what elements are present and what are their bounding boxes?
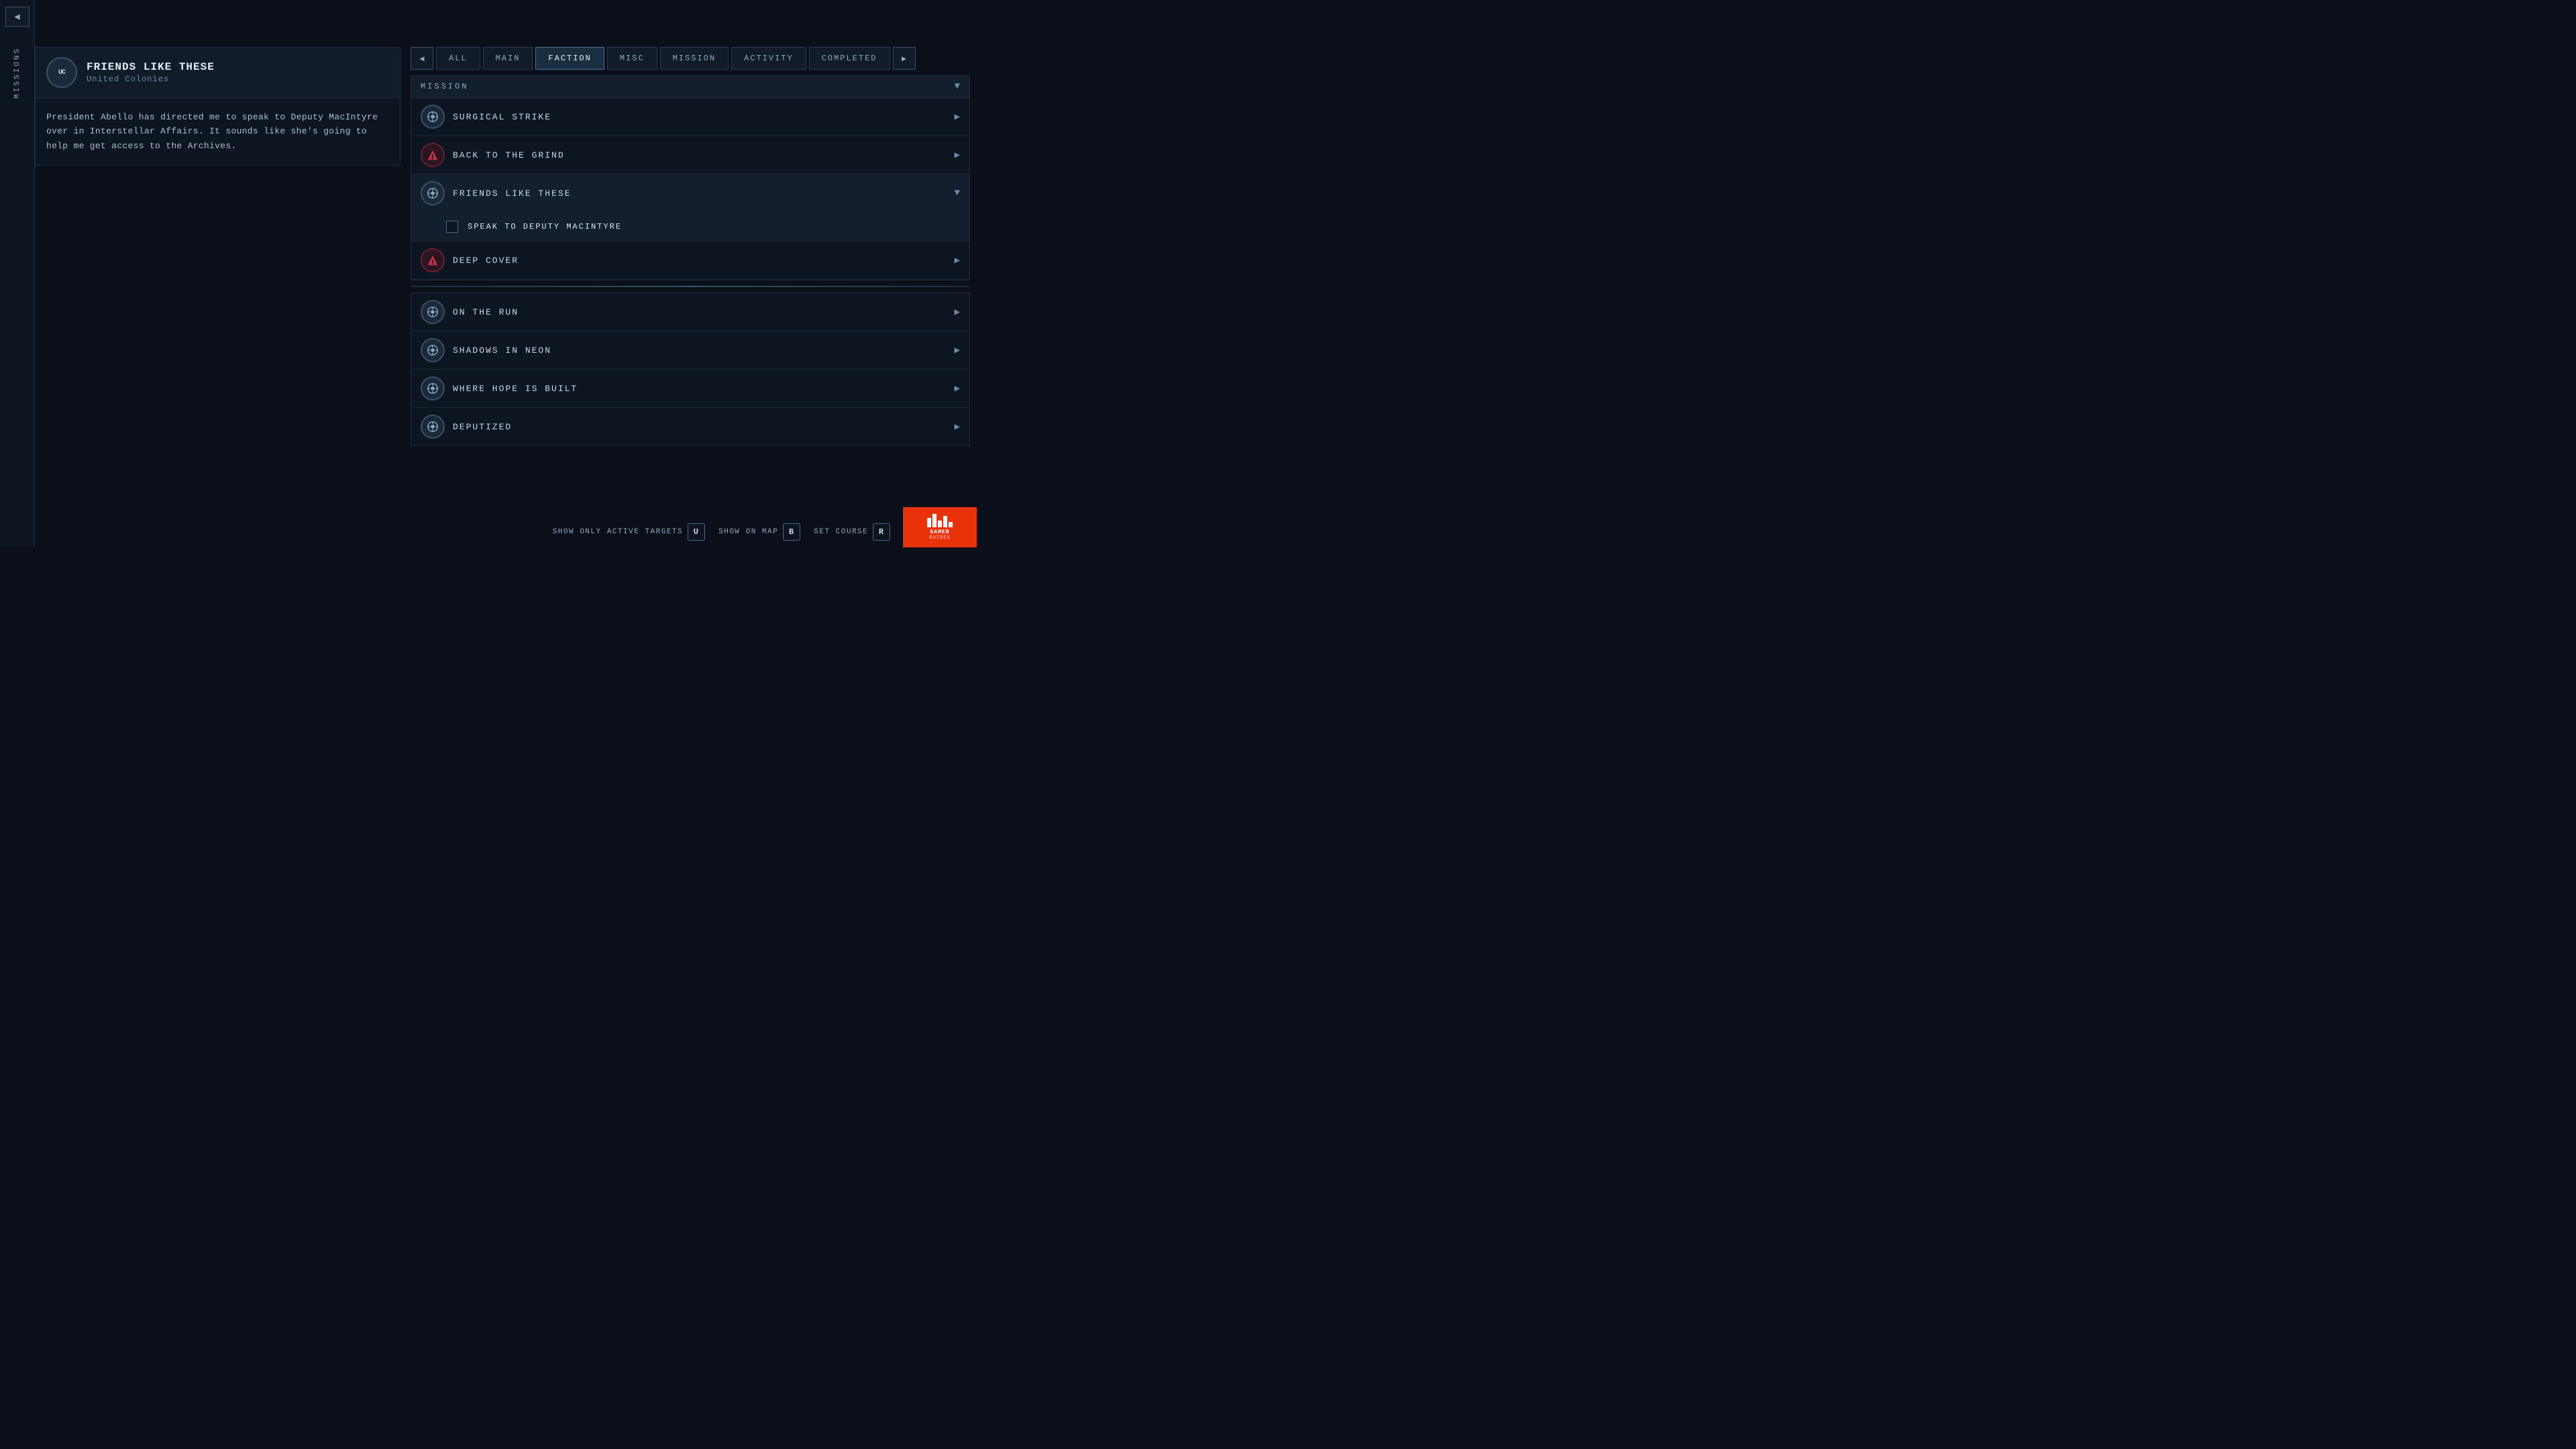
tab-faction[interactable]: FACTION: [535, 47, 604, 70]
mission-list-area: SURGICAL STRIKE ▶ BACK TO THE GRIND ▶: [411, 97, 970, 446]
sidebar-label: MISSIONS: [13, 47, 21, 99]
mission-item-deputized[interactable]: DEPUTIZED ▶: [411, 408, 969, 446]
section-dropdown-icon: ▼: [955, 81, 960, 92]
mission-item-arrow-surgical-strike: ▶: [955, 111, 960, 123]
mission-header: UC Friends Like These United Colonies: [36, 48, 400, 98]
show-active-key: U: [688, 523, 705, 541]
mission-icon-on-the-run: [421, 300, 445, 324]
mission-icon-back-to-grind: [421, 143, 445, 167]
mission-item-where-hope-is-built[interactable]: WHERE HOPE IS BUILT ▶: [411, 370, 969, 408]
gamer-guides-sub: GUIDES: [929, 535, 950, 541]
gg-bar-1: [927, 518, 931, 527]
tab-completed[interactable]: COMPLETED: [809, 47, 890, 70]
show-map-hint: SHOW ON MAP B: [718, 523, 800, 541]
set-course-key: R: [873, 523, 890, 541]
faction-icon: UC: [46, 57, 77, 88]
mission-list: SURGICAL STRIKE ▶ BACK TO THE GRIND ▶: [411, 97, 970, 280]
mission-item-deep-cover[interactable]: DEEP COVER ▶: [411, 241, 969, 280]
gg-bar-4: [943, 516, 947, 527]
mission-item-text-deputized: DEPUTIZED: [453, 422, 955, 432]
mission-icon-deep-cover: [421, 248, 445, 272]
list-divider: [411, 286, 970, 287]
right-panel: ◀ ALL MAIN FACTION MISC MISSION ACTIVITY…: [411, 47, 970, 521]
mission-description: President Abello has directed me to spea…: [36, 98, 400, 165]
nav-next-icon: ▶: [902, 54, 906, 64]
nav-prev-icon: ◀: [419, 54, 424, 64]
tab-misc[interactable]: MISC: [607, 47, 657, 70]
show-active-hint: SHOW ONLY ACTIVE TARGETS U: [553, 523, 705, 541]
mission-name: Friends Like These: [87, 61, 215, 73]
task-item-speak-macintyre[interactable]: SPEAK TO DEPUTY MACINTYRE: [411, 212, 969, 241]
gamer-guides-title: GAMER: [929, 529, 950, 535]
tab-main[interactable]: MAIN: [483, 47, 533, 70]
mission-item-text-friends-like-these: FRIENDS LIKE THESE: [453, 189, 955, 199]
show-map-label: SHOW ON MAP: [718, 528, 778, 536]
show-active-label: SHOW ONLY ACTIVE TARGETS: [553, 528, 683, 536]
faction-icon-text: UC: [58, 69, 65, 76]
mission-list-second: ON THE RUN ▶ SHADOWS IN NEON ▶: [411, 292, 970, 446]
task-checkbox-speak-macintyre: [446, 221, 458, 233]
mission-item-arrow-deep-cover: ▶: [955, 255, 960, 266]
gamer-guides-watermark: GAMER GUIDES: [903, 507, 977, 547]
gamer-guides-text: GAMER GUIDES: [929, 529, 950, 541]
mission-item-text-where-hope-is-built: WHERE HOPE IS BUILT: [453, 384, 955, 394]
mission-item-arrow-shadows-in-neon: ▶: [955, 345, 960, 356]
tab-all[interactable]: ALL: [436, 47, 480, 70]
mission-icon-shadows-in-neon: [421, 338, 445, 362]
mission-title-block: Friends Like These United Colonies: [87, 61, 215, 84]
mission-item-text-shadows-in-neon: SHADOWS IN NEON: [453, 345, 955, 356]
sidebar-toggle-icon: ◀: [14, 11, 19, 23]
mission-item-on-the-run[interactable]: ON THE RUN ▶: [411, 293, 969, 331]
mission-item-arrow-where-hope-is-built: ▶: [955, 383, 960, 394]
mission-icon-deputized: [421, 415, 445, 439]
sidebar: ◀ MISSIONS: [0, 0, 35, 547]
sidebar-toggle-button[interactable]: ◀: [5, 7, 30, 27]
tab-nav: ◀ ALL MAIN FACTION MISC MISSION ACTIVITY…: [411, 47, 970, 70]
nav-prev-button[interactable]: ◀: [411, 47, 433, 70]
mission-icon-where-hope-is-built: [421, 376, 445, 400]
mission-item-arrow-friends-expanded: ▼: [955, 188, 960, 199]
mission-item-text-deep-cover: DEEP COVER: [453, 256, 955, 266]
gg-bar-2: [932, 514, 936, 527]
nav-next-button[interactable]: ▶: [893, 47, 916, 70]
mission-item-arrow-deputized: ▶: [955, 421, 960, 433]
mission-item-text-on-the-run: ON THE RUN: [453, 307, 955, 317]
set-course-hint: SET COURSE R: [814, 523, 890, 541]
left-panel: UC Friends Like These United Colonies Pr…: [35, 47, 400, 166]
tab-activity[interactable]: ACTIVITY: [731, 47, 806, 70]
gamer-guides-icon: [927, 514, 953, 527]
mission-item-surgical-strike[interactable]: SURGICAL STRIKE ▶: [411, 98, 969, 136]
section-header-text: MISSION: [421, 82, 468, 91]
mission-icon-friends-like-these: [421, 181, 445, 205]
mission-item-friends-like-these[interactable]: FRIENDS LIKE THESE ▼: [411, 174, 969, 212]
mission-item-back-to-grind[interactable]: BACK TO THE GRIND ▶: [411, 136, 969, 174]
mission-icon-surgical-strike: [421, 105, 445, 129]
mission-item-shadows-in-neon[interactable]: SHADOWS IN NEON ▶: [411, 331, 969, 370]
mission-faction: United Colonies: [87, 74, 215, 84]
mission-item-text-surgical-strike: SURGICAL STRIKE: [453, 112, 955, 122]
gg-bar-3: [938, 521, 942, 527]
mission-item-arrow-back-to-grind: ▶: [955, 150, 960, 161]
show-map-key: B: [783, 523, 800, 541]
gg-bar-5: [949, 522, 953, 527]
mission-item-arrow-on-the-run: ▶: [955, 307, 960, 318]
task-text-speak-macintyre: SPEAK TO DEPUTY MACINTYRE: [468, 222, 622, 231]
section-header[interactable]: MISSION ▼: [411, 75, 970, 97]
set-course-label: SET COURSE: [814, 528, 868, 536]
tab-mission[interactable]: MISSION: [660, 47, 729, 70]
mission-item-text-back-to-grind: BACK TO THE GRIND: [453, 150, 955, 160]
